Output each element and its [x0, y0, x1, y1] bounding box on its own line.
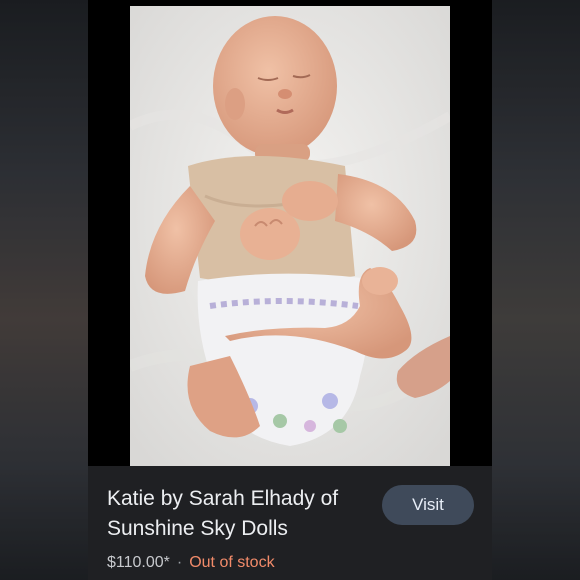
price-row: $110.00* · Out of stock	[107, 554, 275, 572]
product-card[interactable]: Katie by Sarah Elhady of Sunshine Sky Do…	[88, 0, 492, 580]
product-info-panel: Katie by Sarah Elhady of Sunshine Sky Do…	[88, 466, 492, 580]
visit-button[interactable]: Visit	[382, 485, 474, 525]
product-image[interactable]	[130, 6, 450, 466]
image-frame	[88, 6, 492, 466]
stock-status: Out of stock	[189, 554, 275, 571]
price: $110.00*	[107, 554, 170, 571]
separator-dot: ·	[176, 554, 183, 571]
product-title[interactable]: Katie by Sarah Elhady of Sunshine Sky Do…	[107, 484, 357, 544]
blurred-background-left	[0, 0, 88, 580]
blurred-background-right	[492, 0, 580, 580]
